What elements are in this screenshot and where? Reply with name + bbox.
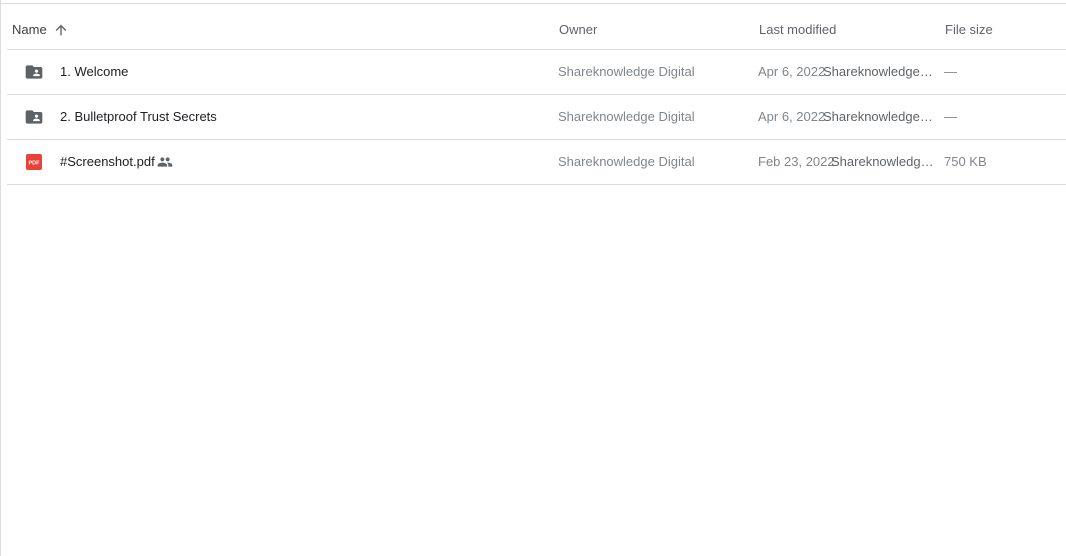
file-owner: Shareknowledge Digital: [558, 64, 695, 79]
file-size: 750 KB: [944, 154, 987, 169]
file-size: —: [944, 64, 957, 79]
file-name: 1. Welcome: [60, 64, 129, 79]
file-list-header: Name Owner Last modified File size: [7, 4, 1066, 50]
pdf-icon-label: PDF: [29, 161, 41, 167]
modified-by: Shareknowledge Digital: [823, 64, 935, 79]
pdf-icon: PDF: [26, 154, 42, 170]
file-list-panel: Name Owner Last modified File size 1. We…: [0, 0, 1066, 556]
file-owner: Shareknowledge Digital: [558, 109, 695, 124]
column-header-last-modified[interactable]: Last modified: [759, 4, 836, 49]
file-list: 1. Welcome Shareknowledge Digital Apr 6,…: [7, 50, 1066, 185]
modified-date: Apr 6, 2022: [758, 64, 826, 79]
file-size: —: [944, 109, 957, 124]
modified-by: Shareknowledge Digital: [823, 109, 935, 124]
file-name: #Screenshot.pdf: [60, 154, 155, 169]
modified-date: Apr 6, 2022: [758, 109, 826, 124]
file-row[interactable]: 1. Welcome Shareknowledge Digital Apr 6,…: [7, 50, 1066, 95]
people-icon: [157, 157, 173, 167]
arrow-up-icon[interactable]: [53, 22, 69, 38]
column-header-owner[interactable]: Owner: [559, 4, 597, 49]
file-owner: Shareknowledge Digital: [558, 154, 695, 169]
modified-by: Shareknowledge Digital: [831, 154, 935, 169]
column-header-name[interactable]: Name: [12, 4, 47, 49]
file-row[interactable]: 2. Bulletproof Trust Secrets Shareknowle…: [7, 95, 1066, 140]
column-header-file-size[interactable]: File size: [945, 4, 993, 49]
file-name: 2. Bulletproof Trust Secrets: [60, 109, 217, 124]
file-row[interactable]: PDF #Screenshot.pdf Shareknowledge Digit…: [7, 140, 1066, 185]
modified-date: Feb 23, 2022: [758, 154, 835, 169]
shared-folder-icon: [25, 110, 43, 124]
shared-folder-icon: [25, 65, 43, 79]
